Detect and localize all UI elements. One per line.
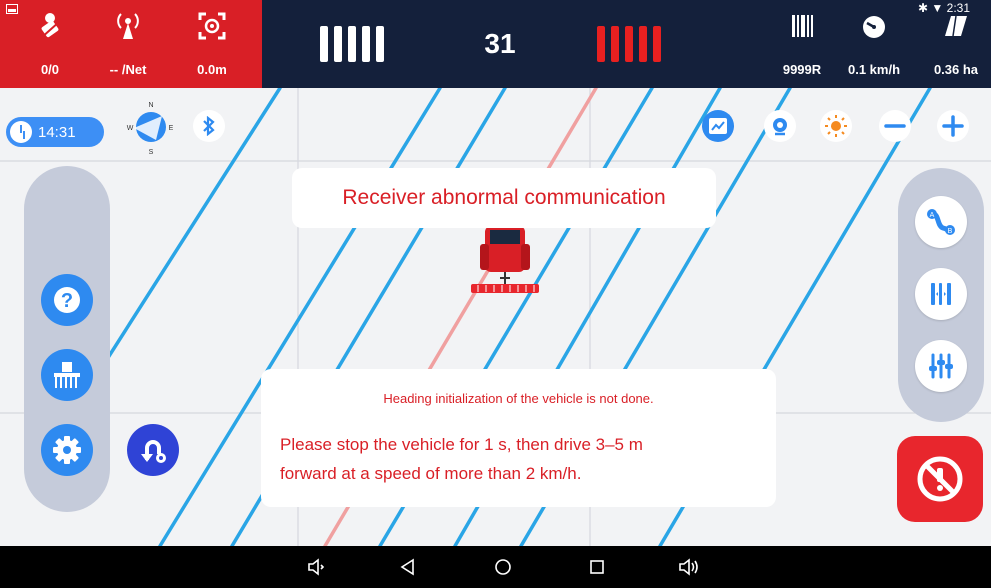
back-button[interactable]: [391, 550, 425, 584]
compass-w: W: [127, 125, 134, 132]
recents-button[interactable]: [580, 550, 614, 584]
volume-up-button[interactable]: [672, 550, 706, 584]
compass-e: E: [169, 125, 174, 132]
sun-icon: [825, 115, 847, 137]
bluetooth-icon: [203, 116, 215, 136]
sliders-icon: [929, 353, 953, 379]
settings-button[interactable]: [41, 424, 93, 476]
speed-status[interactable]: 0.1 km/h: [834, 0, 914, 88]
locate-icon: [773, 118, 787, 136]
status-bar-right: 9999R 0.1 km/h 0.36 ha ✱ ▼ 2:31: [762, 0, 991, 88]
area-value: 0.36 ha: [933, 62, 979, 77]
clock-time: 14:31: [38, 123, 76, 141]
receiver-alert-text: Receiver abnormal communication: [342, 186, 666, 209]
status-bar-left: 0/0 -- /Net 0.0m: [0, 0, 262, 88]
bluetooth-button[interactable]: [193, 110, 225, 142]
svg-text:B: B: [948, 228, 953, 235]
left-lane-bar: [320, 26, 328, 62]
adjust-button[interactable]: [915, 340, 967, 392]
volume-down-icon: [308, 558, 325, 576]
home-icon: [495, 559, 511, 575]
signal-tower-icon: [117, 13, 139, 39]
receiver-alert: Receiver abnormal communication: [292, 168, 716, 228]
network-status[interactable]: -- /Net: [88, 0, 168, 88]
rows-status[interactable]: 9999R: [762, 0, 842, 88]
minus-icon: [884, 124, 906, 128]
heading-alert-title: Heading initialization of the vehicle is…: [383, 391, 654, 406]
compass-s: S: [149, 149, 154, 154]
u-turn-button[interactable]: [127, 424, 179, 476]
rows-value: 9999R: [782, 62, 822, 77]
field-area-icon: [945, 15, 967, 37]
brightness-button[interactable]: [820, 110, 852, 142]
zoom-out-button[interactable]: [879, 110, 911, 142]
ab-line-button[interactable]: A B: [915, 196, 967, 248]
back-icon: [400, 558, 414, 576]
left-lane-bar: [376, 26, 384, 62]
shift-line-icon: [931, 283, 951, 305]
right-lane-bar: [625, 26, 633, 62]
compass-n: N: [148, 102, 153, 109]
heading-alert-instructions: Please stop the vehicle for 1 s, then dr…: [280, 430, 760, 488]
ab-curve-icon: A B: [927, 209, 955, 235]
compass[interactable]: N S E W: [124, 100, 178, 156]
speedometer-icon: [863, 16, 885, 38]
disengage-button[interactable]: [897, 436, 983, 522]
right-tool-panel: A B: [898, 168, 984, 422]
home-button[interactable]: [486, 550, 520, 584]
satellite-count: 0/0: [40, 62, 60, 77]
left-lane-bar: [362, 26, 370, 62]
locate-button[interactable]: [764, 110, 796, 142]
left-lane-bar: [348, 26, 356, 62]
map-icon: [709, 118, 727, 134]
right-lane-bars: [597, 26, 661, 62]
svg-text:A: A: [930, 212, 935, 219]
svg-text:?: ?: [61, 290, 73, 312]
implement-button[interactable]: [41, 349, 93, 401]
compass-icon: N S E W: [127, 102, 174, 156]
android-status-icons: ✱ ▼ 2:31: [918, 1, 970, 15]
right-lane-bar: [597, 26, 605, 62]
heading-alert-line-1: Please stop the vehicle for 1 s, then dr…: [280, 435, 643, 454]
heading-init-alert: Heading initialization of the vehicle is…: [261, 369, 776, 507]
wifi-icon: ▼: [931, 1, 944, 15]
android-time: 2:31: [946, 1, 970, 15]
implement-icon: [54, 362, 80, 388]
bluetooth-status-icon: ✱: [918, 1, 929, 15]
image-notification-icon: [6, 4, 18, 14]
lane-number: 31: [484, 28, 516, 59]
right-lane-bar: [611, 26, 619, 62]
network-text: -- /Net: [109, 62, 147, 77]
android-nav-bar: [0, 546, 991, 588]
barcode-icon: [792, 15, 813, 37]
right-lane-bar: [653, 26, 661, 62]
volume-down-button[interactable]: [300, 550, 334, 584]
zoom-in-button[interactable]: [937, 110, 969, 142]
satellite-status[interactable]: 0/0: [10, 0, 90, 88]
offset-status[interactable]: 0.0m: [172, 0, 252, 88]
shift-line-button[interactable]: [915, 268, 967, 320]
speed-value: 0.1 km/h: [847, 62, 901, 77]
u-turn-icon: [141, 440, 166, 463]
map-layer-button[interactable]: [702, 110, 734, 142]
offset-value: 0.0m: [197, 62, 227, 77]
left-lane-bars: [320, 26, 384, 62]
volume-up-icon: [679, 558, 698, 576]
help-button[interactable]: ?: [41, 274, 93, 326]
question-icon: ?: [54, 287, 80, 313]
clock-badge: 14:31: [6, 117, 104, 147]
heading-alert-line-2: forward at a speed of more than 2 km/h.: [280, 464, 582, 483]
target-icon: [198, 12, 226, 40]
recents-icon: [590, 560, 604, 574]
left-lane-bar: [334, 26, 342, 62]
plus-icon: [942, 115, 964, 137]
left-tool-panel: ?: [24, 166, 110, 512]
steering-off-icon: [917, 456, 963, 502]
satellite-icon: [40, 13, 60, 39]
gear-icon: [53, 436, 81, 464]
right-lane-bar: [639, 26, 647, 62]
clock-icon: [10, 121, 32, 143]
lane-indicator: 31: [262, 0, 762, 88]
